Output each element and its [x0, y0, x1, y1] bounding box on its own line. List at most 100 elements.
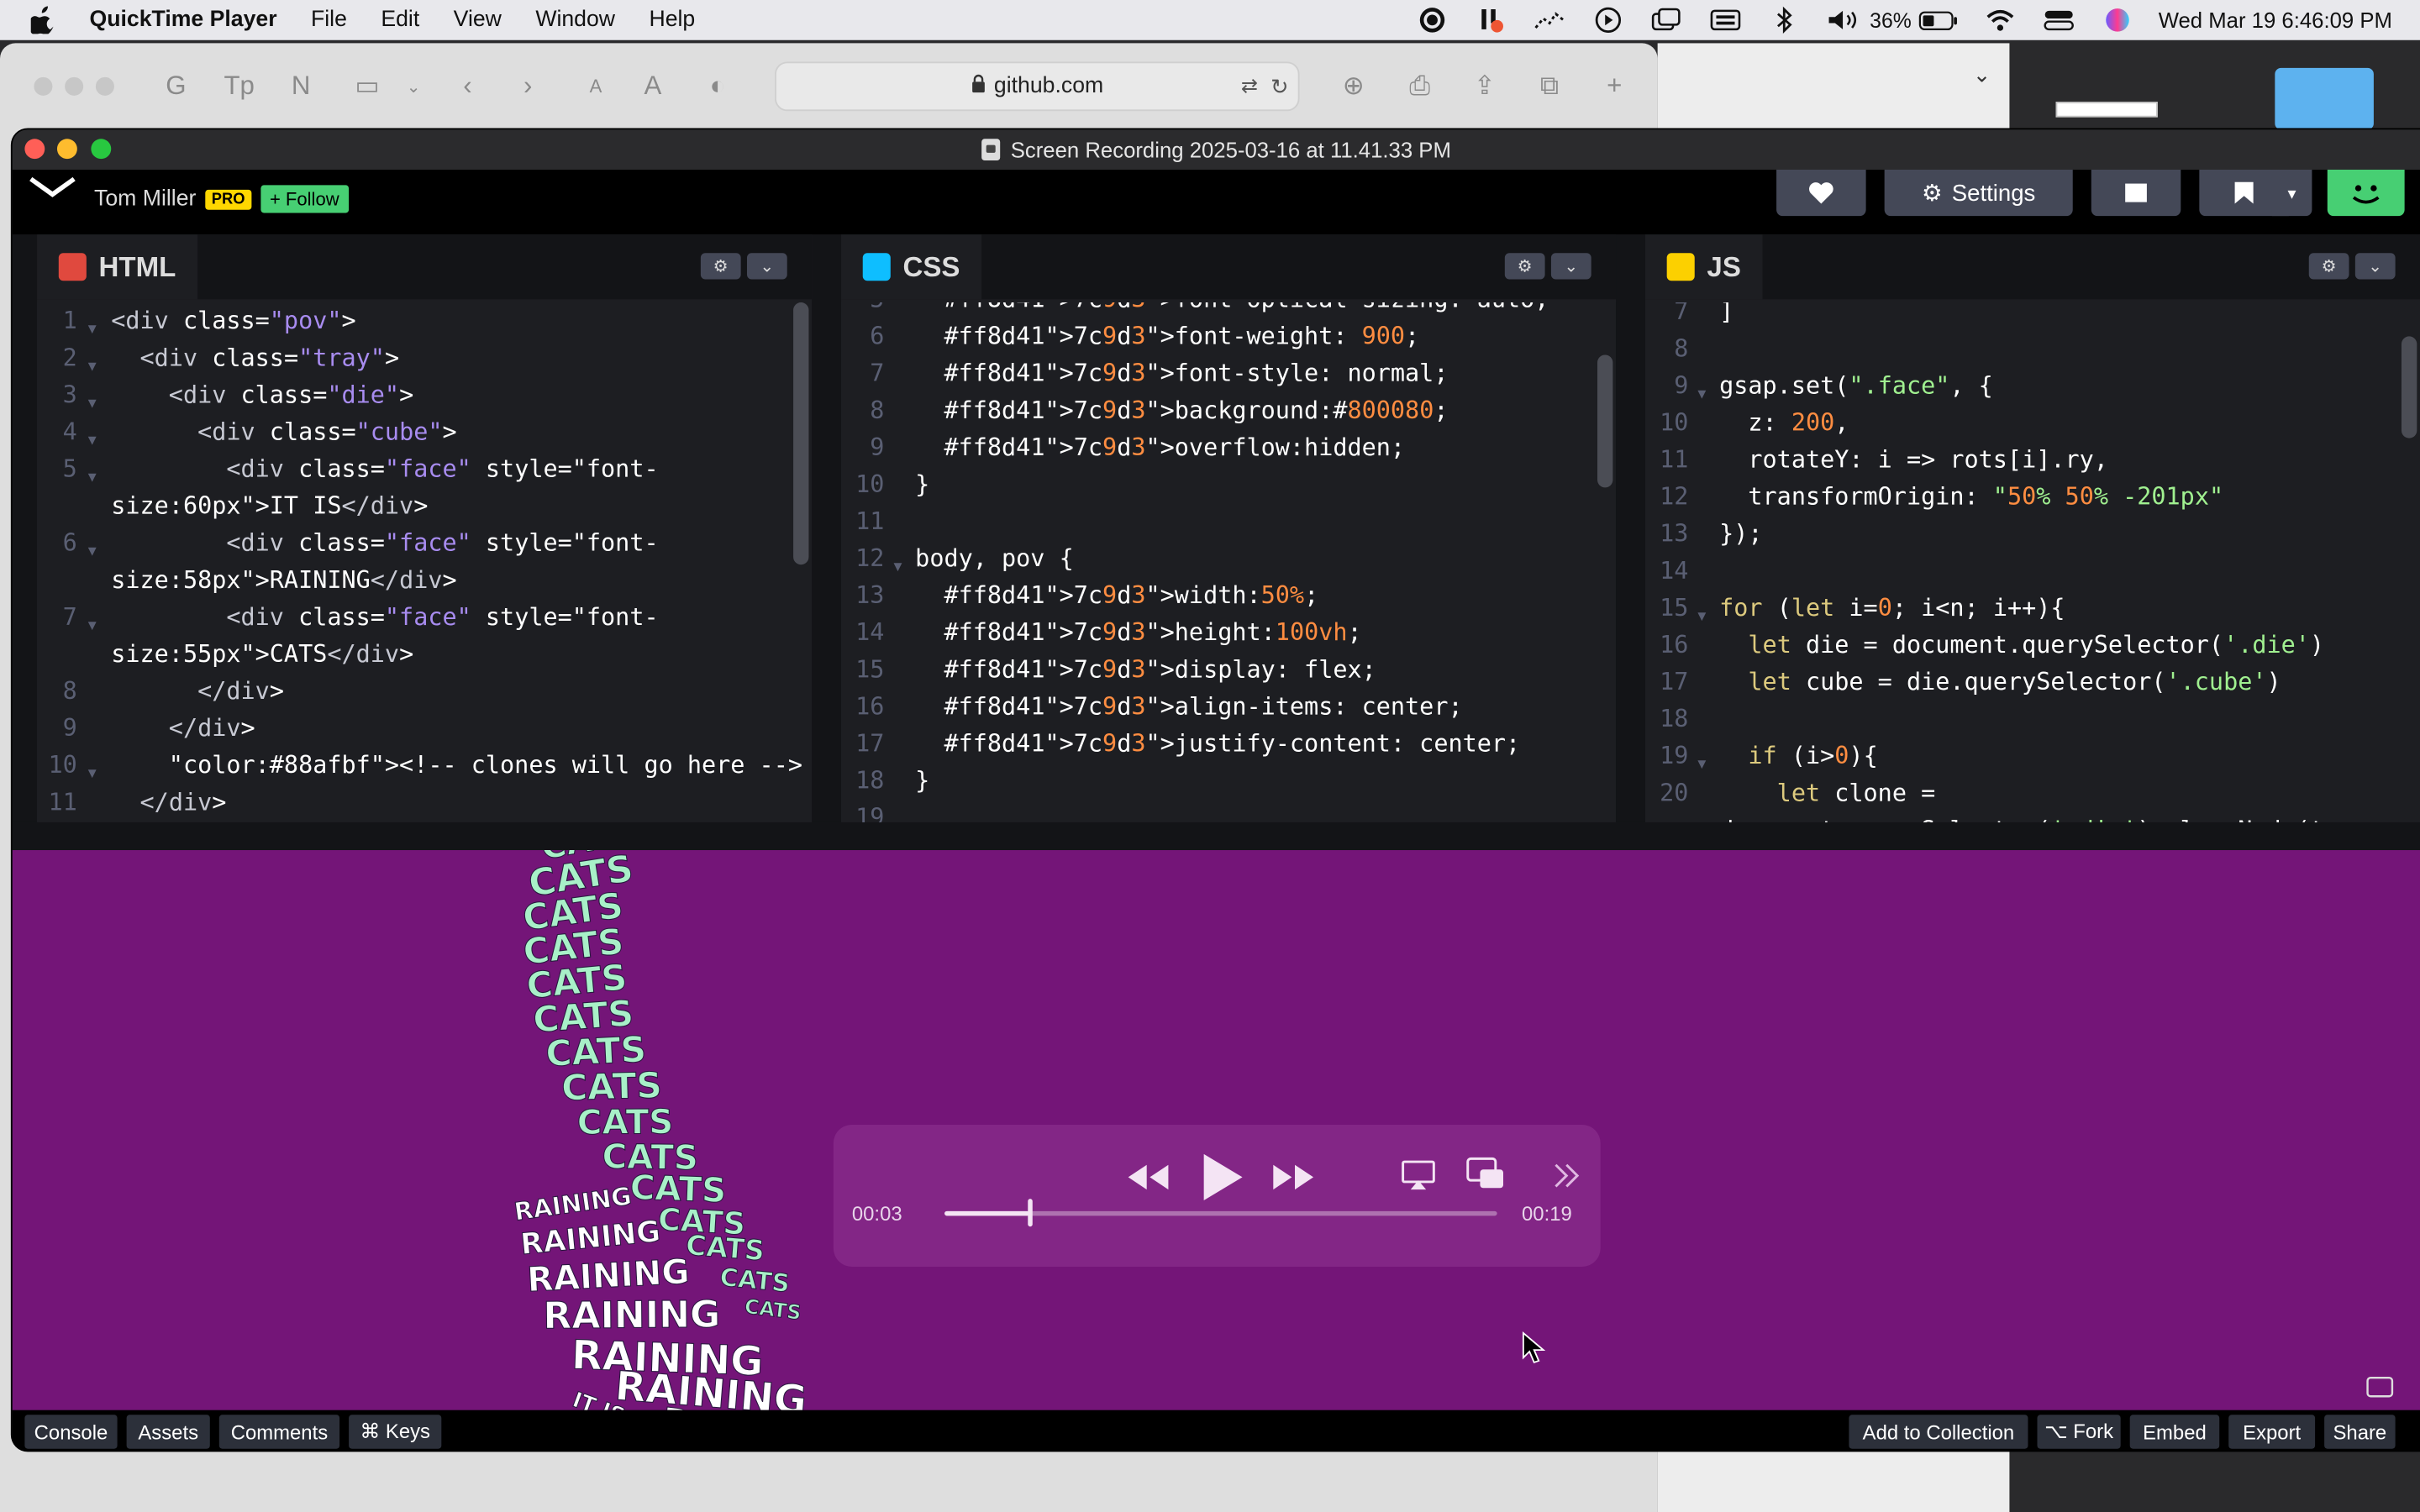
back-icon[interactable]: ‹ [452, 71, 483, 102]
reload-icon[interactable]: ↻ [1270, 73, 1289, 99]
airplay-icon[interactable] [1398, 1156, 1439, 1196]
typora-ext-icon[interactable]: Tp [224, 71, 255, 102]
css-scrollbar[interactable] [1597, 354, 1613, 488]
grammarly-ext-icon[interactable]: G [160, 71, 192, 102]
menu-clock[interactable]: Wed Mar 19 6:46:09 PM [2159, 8, 2392, 32]
js-collapse-button[interactable]: ⌄ [2354, 253, 2396, 280]
css-settings-button[interactable]: ⚙ [1504, 253, 1545, 280]
html-settings-button[interactable]: ⚙ [700, 253, 741, 280]
js-scrollbar[interactable] [2401, 336, 2417, 438]
app-menu-quicktime[interactable]: QuickTime Player [90, 8, 277, 32]
assets-button[interactable]: Assets [126, 1415, 210, 1449]
tab-group-chevron-icon[interactable]: ⌄ [398, 71, 429, 102]
scrubber-track[interactable] [944, 1199, 1497, 1227]
downloads-icon[interactable]: ⊕ [1338, 71, 1369, 102]
user-avatar[interactable] [2327, 170, 2405, 217]
tools-icon[interactable] [1475, 8, 1508, 33]
safari-zoom-button[interactable] [95, 76, 114, 96]
windows-icon[interactable] [1650, 8, 1684, 32]
line-number: 9 [1674, 371, 1689, 400]
menu-window[interactable]: Window [535, 8, 615, 32]
safari-minimize-button[interactable] [65, 76, 84, 96]
notion-ext-icon[interactable]: N [286, 71, 317, 102]
minimize-button[interactable] [56, 139, 77, 160]
privacy-shield-icon[interactable]: ◐ [702, 71, 734, 102]
bookmark-dropdown[interactable]: ▾ [2271, 170, 2312, 217]
safari-close-button[interactable] [34, 76, 53, 96]
fork-button[interactable]: ⌥ Fork [2037, 1415, 2121, 1449]
keys-button[interactable]: ⌘ Keys [349, 1415, 442, 1449]
picture-in-picture-icon[interactable] [1463, 1152, 1509, 1195]
css-code-editor[interactable]: 5 #ff8d41">7c9d3">font-optical-sizing: a… [841, 302, 1617, 822]
siri-icon[interactable] [2100, 8, 2133, 32]
tab-js[interactable]: JS [1644, 234, 1763, 300]
fast-forward-icon[interactable] [1269, 1152, 1318, 1202]
rewind-icon[interactable] [1123, 1152, 1173, 1202]
print-icon[interactable]: ⎙ [1404, 71, 1435, 102]
fullscreen-capture-icon[interactable] [2365, 1375, 2396, 1399]
bluetooth-icon[interactable] [1768, 6, 1802, 34]
settings-button[interactable]: ⚙ Settings [1884, 170, 2073, 217]
line-number: 9 [62, 714, 77, 743]
export-button[interactable]: Export [2228, 1415, 2316, 1449]
folder-icon[interactable] [2275, 67, 2374, 130]
line-number: 14 [1660, 557, 1689, 585]
share-icon[interactable]: ⇪ [1470, 71, 1501, 102]
tabs-overview-icon[interactable]: ⧉ [1534, 71, 1565, 102]
menu-help[interactable]: Help [649, 8, 695, 32]
embed-button[interactable]: Embed [2129, 1415, 2220, 1449]
html-code-editor[interactable]: 1 ▼ <div class="pov"> 2 ▼ <div class="tray">… [37, 302, 813, 822]
line-number: 16 [1660, 631, 1689, 659]
text-smaller-icon[interactable]: A [581, 71, 612, 102]
play-icon[interactable] [1192, 1143, 1253, 1211]
close-button[interactable] [24, 139, 45, 160]
address-bar[interactable]: github.com ⇄ ↻ [775, 61, 1300, 112]
code-line: 10 ▼ "color:#88afbf"><!-- clones will go … [37, 747, 812, 784]
battery-icon[interactable] [1918, 8, 1958, 32]
more-controls-icon[interactable] [1546, 1156, 1586, 1196]
console-button[interactable]: Console [24, 1415, 118, 1449]
activity-icon[interactable] [1534, 8, 1567, 32]
menu-view[interactable]: View [454, 8, 502, 32]
forward-icon[interactable]: › [513, 71, 544, 102]
translate-icon[interactable]: ⇄ [1241, 74, 1258, 98]
new-tab-icon[interactable]: + [1599, 71, 1630, 102]
menu-bar: QuickTime Player File Edit View Window H… [0, 0, 2420, 40]
play-circle-icon[interactable] [1592, 7, 1626, 34]
line-number: 18 [1660, 705, 1689, 733]
css-collapse-button[interactable]: ⌄ [1550, 253, 1591, 280]
add-to-collection-button[interactable]: Add to Collection [1849, 1415, 2028, 1449]
keyboard-icon[interactable] [1709, 8, 1743, 32]
scrubber-thumb[interactable] [1028, 1199, 1034, 1227]
apple-icon[interactable] [30, 6, 59, 34]
comments-button[interactable]: Comments [218, 1415, 340, 1449]
text-larger-icon[interactable]: A [638, 71, 669, 102]
love-button[interactable] [1776, 170, 1866, 217]
html-tab-label: HTML [98, 250, 176, 282]
layout-button[interactable] [2091, 170, 2181, 217]
chevron-down-icon[interactable]: ⌄ [1973, 61, 1991, 87]
zoom-button[interactable] [91, 139, 112, 160]
js-code-editor[interactable]: 7] 8 9 ▼ gsap.set(".face", {10 z: 200, 11 rot… [1644, 302, 2420, 822]
quicktime-titlebar[interactable]: Screen Recording 2025-03-16 at 11.41.33 … [12, 129, 2420, 171]
line-number: 14 [855, 618, 885, 647]
tab-html[interactable]: HTML [37, 234, 198, 300]
follow-button[interactable]: + Follow [260, 185, 349, 213]
share-button[interactable]: Share [2324, 1415, 2396, 1449]
menu-edit[interactable]: Edit [381, 8, 419, 32]
control-center-icon[interactable] [2041, 8, 2075, 32]
resize-handle[interactable] [12, 822, 2420, 851]
code-text: let die = document.querySelector('.die') [1748, 631, 2325, 659]
js-settings-button[interactable]: ⚙ [2308, 253, 2349, 280]
author-name[interactable]: Tom Miller [94, 186, 196, 211]
wifi-icon[interactable] [1982, 8, 2016, 32]
menu-file[interactable]: File [311, 8, 347, 32]
volume-icon[interactable] [1827, 8, 1860, 32]
html-icon [58, 253, 87, 281]
html-collapse-button[interactable]: ⌄ [746, 253, 787, 280]
grammarly-icon[interactable] [1416, 8, 1449, 33]
sidebar-icon[interactable]: ▭ [352, 71, 383, 102]
tab-css[interactable]: CSS [841, 234, 982, 300]
html-scrollbar[interactable] [793, 302, 809, 565]
codepen-logo-icon[interactable] [24, 173, 80, 210]
